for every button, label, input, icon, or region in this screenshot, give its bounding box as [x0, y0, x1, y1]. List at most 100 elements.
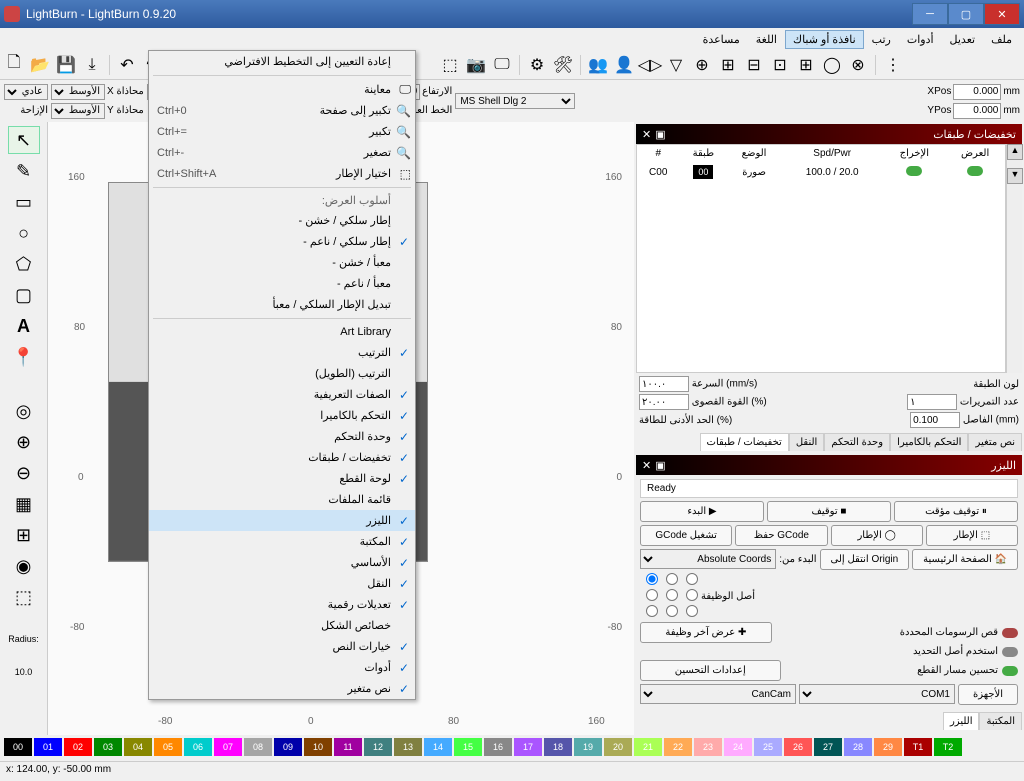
open-icon[interactable]: 📂 [28, 53, 52, 77]
settings-icon[interactable]: ⚙ [525, 53, 549, 77]
optimization-settings-button[interactable]: إعدادات التحسين [640, 660, 781, 681]
boolean-icon[interactable]: ⊗ [846, 53, 870, 77]
palette-swatch-03[interactable]: 03 [94, 738, 122, 756]
edit-nodes-tool[interactable]: ⬚ [8, 583, 40, 611]
mirror-v-icon[interactable]: ▽ [664, 53, 688, 77]
import-icon[interactable]: ⤓ [80, 53, 104, 77]
menu-text-opts[interactable]: ✓خيارات النص [149, 636, 415, 657]
palette-swatch-29[interactable]: 29 [874, 738, 902, 756]
port-select[interactable]: COM1 [799, 684, 955, 704]
tab-library[interactable]: المكتبة [979, 712, 1022, 730]
menu-language[interactable]: اللغة [748, 30, 785, 49]
preview-icon[interactable]: 🖵 [490, 53, 514, 77]
palette-swatch-28[interactable]: 28 [844, 738, 872, 756]
close-panel-icon[interactable]: ✕ [642, 128, 651, 141]
weld-tool[interactable]: ⊕ [8, 428, 40, 456]
menu-cuts[interactable]: ✓تخفيضات / طبقات [149, 447, 415, 468]
draw-tool[interactable]: ✎ [8, 157, 40, 185]
menu-camera[interactable]: ✓التحكم بالكاميرا [149, 405, 415, 426]
run-gcode-button[interactable]: تشغيل GCode [640, 525, 732, 546]
menu-move[interactable]: ✓النقل [149, 573, 415, 594]
menu-tools[interactable]: أدوات [899, 30, 942, 49]
rounded-rect-tool[interactable]: ▢ [8, 281, 40, 309]
xalign-select[interactable]: الأوسط [51, 84, 105, 100]
palette-swatch-09[interactable]: 09 [274, 738, 302, 756]
float-icon[interactable]: ▣ [655, 459, 665, 472]
array-icon[interactable]: ⊡ [768, 53, 792, 77]
menu-file-list[interactable]: ✓الصفات التعريفية [149, 384, 415, 405]
menu-zoom-page[interactable]: 🔍تكبير إلى صفحةCtrl+0 [149, 100, 415, 121]
menu-numeric[interactable]: ✓تعديلات رقمية [149, 594, 415, 615]
menu-variable[interactable]: ✓نص متغير [149, 678, 415, 699]
menu-file[interactable]: ملف [983, 30, 1020, 49]
palette-swatch-T2[interactable]: T2 [934, 738, 962, 756]
target-icon[interactable]: ⊕ [690, 53, 714, 77]
frame-rect-button[interactable]: ⬚ الإطار [926, 525, 1018, 546]
minimize-button[interactable]: ─ [912, 3, 948, 25]
menu-shape[interactable]: خصائص الشكل [149, 615, 415, 636]
palette-swatch-17[interactable]: 17 [514, 738, 542, 756]
marker-tool[interactable]: 📍 [8, 343, 40, 371]
palette-swatch-06[interactable]: 06 [184, 738, 212, 756]
palette-swatch-23[interactable]: 23 [694, 738, 722, 756]
palette-swatch-08[interactable]: 08 [244, 738, 272, 756]
select-tool[interactable]: ↖ [8, 126, 40, 154]
save-gcode-button[interactable]: GCode حفظ [735, 525, 827, 546]
grid-tool[interactable]: ⊞ [8, 521, 40, 549]
palette-swatch-07[interactable]: 07 [214, 738, 242, 756]
layer-up-button[interactable]: ▲ [1007, 144, 1023, 160]
cuts-table-row[interactable]: C00 00 صورة 100.0 / 20.0 [637, 162, 1005, 182]
power-input[interactable] [639, 394, 689, 410]
menu-library[interactable]: ✓المكتبة [149, 531, 415, 552]
palette-swatch-25[interactable]: 25 [754, 738, 782, 756]
menu-zoom-out[interactable]: 🔍تصغيرCtrl+- [149, 142, 415, 163]
palette-swatch-11[interactable]: 11 [334, 738, 362, 756]
ellipse-tool[interactable]: ○ [8, 219, 40, 247]
menu-arrange[interactable]: ✓الترتيب [149, 342, 415, 363]
yalign-select[interactable]: الأوسط [51, 103, 105, 119]
palette-swatch-19[interactable]: 19 [574, 738, 602, 756]
menu-zoom-in[interactable]: 🔍تكبيرCtrl+= [149, 121, 415, 142]
use-selection-toggle[interactable] [1002, 647, 1018, 657]
offset-tool[interactable]: ◎ [8, 397, 40, 425]
frame-rubber-button[interactable]: ◯ الإطار [831, 525, 923, 546]
menu-help[interactable]: مساعدة [695, 30, 748, 49]
start-from-select[interactable]: Absolute Coords [640, 549, 776, 569]
palette-swatch-12[interactable]: 12 [364, 738, 392, 756]
text-tool[interactable]: A [8, 312, 40, 340]
rectangle-tool[interactable]: ▭ [8, 188, 40, 216]
palette-swatch-04[interactable]: 04 [124, 738, 152, 756]
menu-console[interactable]: ✓وحدة التحكم [149, 426, 415, 447]
xpos-input[interactable] [953, 84, 1001, 100]
tab-variable-text[interactable]: نص متغير [968, 433, 1022, 451]
distribute-icon[interactable]: ⊟ [742, 53, 766, 77]
mirror-h-icon[interactable]: ◁▷ [638, 53, 662, 77]
palette-swatch-26[interactable]: 26 [784, 738, 812, 756]
boolean-tool[interactable]: ⊖ [8, 459, 40, 487]
close-button[interactable]: ✕ [984, 3, 1020, 25]
passes-input[interactable] [907, 394, 957, 410]
dots-icon[interactable]: ⋮ [881, 53, 905, 77]
palette-swatch-16[interactable]: 16 [484, 738, 512, 756]
cut-selected-toggle[interactable] [1002, 628, 1018, 638]
device-settings-icon[interactable]: 🛠 [551, 53, 575, 77]
output-toggle[interactable] [906, 166, 922, 176]
menu-window[interactable]: نافذة أو شباك [785, 30, 864, 49]
radial-tool[interactable]: ◉ [8, 552, 40, 580]
show-last-button[interactable]: ✚ عرض آخر وظيفة [640, 622, 772, 643]
goto-origin-button[interactable]: Origin انتقل إلى [820, 549, 910, 570]
menu-reset-layout[interactable]: إعادة التعيين إلى التخطيط الافتراضي [149, 51, 415, 72]
palette-swatch-15[interactable]: 15 [454, 738, 482, 756]
palette-swatch-02[interactable]: 02 [64, 738, 92, 756]
undo-icon[interactable]: ↶ [115, 53, 139, 77]
menu-tools[interactable]: ✓أدوات [149, 657, 415, 678]
save-icon[interactable]: 💾 [54, 53, 78, 77]
menu-fill-coarse[interactable]: معبأ / خشن - [149, 252, 415, 273]
font-select[interactable]: MS Shell Dlg 2 [455, 93, 575, 109]
menu-arrange[interactable]: رتب [864, 30, 899, 49]
palette-swatch-00[interactable]: 00 [4, 738, 32, 756]
close-panel-icon[interactable]: ✕ [642, 459, 651, 472]
float-icon[interactable]: ▣ [655, 128, 665, 141]
palette-swatch-24[interactable]: 24 [724, 738, 752, 756]
tab-move[interactable]: النقل [789, 433, 824, 451]
